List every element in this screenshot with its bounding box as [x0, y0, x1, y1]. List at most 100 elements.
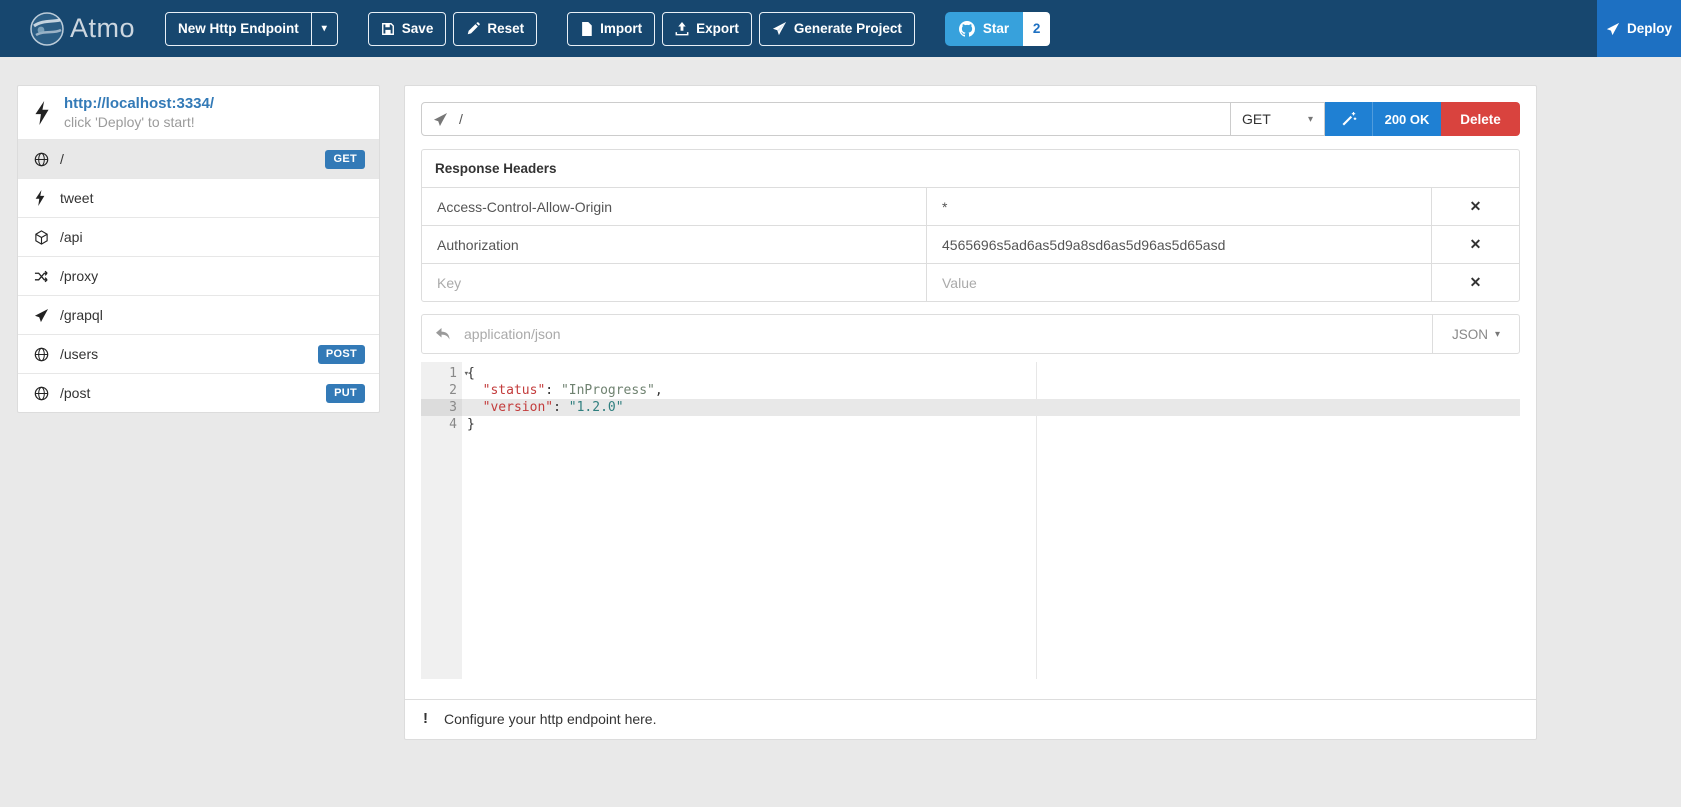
- caret-down-icon: ▾: [1494, 328, 1501, 340]
- exclamation-icon: !: [423, 710, 428, 727]
- save-icon: [381, 22, 395, 36]
- sidebar-item-proxy[interactable]: /proxy: [18, 256, 379, 295]
- globe-icon: [34, 347, 60, 362]
- magic-wand-icon: [1341, 111, 1357, 127]
- delete-endpoint-button[interactable]: Delete: [1441, 102, 1520, 136]
- gutter-line-active[interactable]: 3: [421, 399, 462, 416]
- endpoint-editor-panel: GET ▾ 200 OK Delete Response Headers: [404, 85, 1537, 740]
- shuffle-icon: [34, 269, 60, 284]
- star-count-badge[interactable]: 2: [1023, 11, 1051, 46]
- save-reset-group: Save Reset: [367, 11, 538, 46]
- header-value-input[interactable]: [940, 235, 1418, 254]
- sidebar-header: http://localhost:3334/ click 'Deploy' to…: [18, 86, 379, 139]
- code-token: :: [545, 383, 561, 398]
- remove-header-button[interactable]: ✕: [1464, 197, 1488, 216]
- brand[interactable]: Atmo: [28, 10, 135, 48]
- export-label: Export: [696, 21, 739, 36]
- navbar: Atmo New Http Endpoint ▾ Save Reset Impo…: [0, 0, 1681, 57]
- body-format-select[interactable]: JSON ▾: [1432, 315, 1519, 353]
- fold-caret-icon[interactable]: ▾: [464, 366, 469, 383]
- sidebar-item-post[interactable]: /post PUT: [18, 373, 379, 412]
- save-button[interactable]: Save: [367, 11, 447, 46]
- sidebar-item-users[interactable]: /users POST: [18, 334, 379, 373]
- caret-down-icon: ▾: [1307, 113, 1313, 125]
- reply-arrow-icon: [435, 327, 451, 341]
- gutter-line[interactable]: 2: [421, 382, 462, 399]
- magic-wand-button[interactable]: [1325, 102, 1372, 136]
- header-value-input[interactable]: [940, 197, 1418, 216]
- header-value-cell: [927, 226, 1432, 263]
- method-select[interactable]: GET ▾: [1231, 102, 1325, 136]
- endpoint-sidebar: http://localhost:3334/ click 'Deploy' to…: [17, 85, 380, 413]
- deploy-hint: click 'Deploy' to start!: [64, 114, 195, 130]
- header-value-cell: [927, 264, 1432, 301]
- response-headers-title: Response Headers: [435, 161, 557, 176]
- code-token: ,: [654, 383, 663, 398]
- pencil-icon: [466, 21, 481, 36]
- status-code-button[interactable]: 200 OK: [1372, 102, 1441, 136]
- content-type-input-group: [422, 315, 1432, 353]
- github-star-group: Star 2: [944, 11, 1051, 46]
- header-value-input[interactable]: [940, 273, 1418, 292]
- sidebar-item-api[interactable]: /api: [18, 217, 379, 256]
- header-row-empty: ✕: [422, 263, 1519, 301]
- path-input[interactable]: [457, 110, 1219, 128]
- panel-footer: ! Configure your http endpoint here.: [405, 699, 1536, 739]
- remove-header-button[interactable]: ✕: [1464, 273, 1488, 292]
- content-type-input[interactable]: [462, 325, 1419, 343]
- header-remove-cell: ✕: [1432, 264, 1519, 301]
- code-token: :: [553, 400, 569, 415]
- new-http-endpoint-button[interactable]: New Http Endpoint: [165, 11, 312, 46]
- header-key-input[interactable]: [435, 197, 913, 216]
- github-star-button[interactable]: Star: [944, 11, 1024, 46]
- json-body-editor[interactable]: 1 ▾ 2 3 4 { "status": "InProgress", "ver…: [421, 362, 1520, 679]
- sidebar-item-root[interactable]: / GET: [18, 139, 379, 178]
- sidebar-item-grapql[interactable]: /grapql: [18, 295, 379, 334]
- import-label: Import: [600, 21, 643, 36]
- generate-project-button[interactable]: Generate Project: [758, 11, 915, 46]
- editor-code-area[interactable]: { "status": "InProgress", "version": "1.…: [462, 362, 1520, 679]
- io-group: Import Export Generate Project: [567, 11, 915, 46]
- new-endpoint-group: New Http Endpoint ▾: [165, 11, 338, 46]
- export-button[interactable]: Export: [662, 11, 752, 46]
- code-token: "status": [482, 383, 546, 398]
- cube-icon: [34, 229, 60, 245]
- footer-hint: Configure your http endpoint here.: [444, 710, 657, 727]
- editor-gutter: 1 ▾ 2 3 4: [421, 362, 469, 679]
- deploy-label: Deploy: [1626, 21, 1672, 36]
- header-key-input[interactable]: [435, 273, 913, 292]
- line-number: 1: [449, 366, 457, 381]
- caret-down-icon: ▾: [321, 23, 327, 34]
- line-number: 4: [449, 417, 457, 432]
- gutter-line[interactable]: 4: [421, 416, 462, 433]
- endpoint-label: /proxy: [60, 268, 99, 284]
- generate-project-label: Generate Project: [793, 21, 902, 36]
- base-url-link[interactable]: http://localhost:3334/: [64, 95, 214, 112]
- header-value-cell: [927, 188, 1432, 225]
- header-remove-cell: ✕: [1432, 226, 1519, 263]
- code-line: {: [462, 365, 1520, 382]
- remove-header-button[interactable]: ✕: [1464, 235, 1488, 254]
- reset-button[interactable]: Reset: [453, 11, 538, 46]
- method-badge: POST: [317, 344, 365, 364]
- content-area: http://localhost:3334/ click 'Deploy' to…: [0, 57, 1681, 740]
- body-format-value: JSON: [1451, 326, 1488, 342]
- header-key-input[interactable]: [435, 235, 913, 254]
- atmo-logo-icon: [28, 10, 66, 48]
- import-button[interactable]: Import: [567, 11, 656, 46]
- header-key-cell: [422, 226, 927, 263]
- sidebar-item-tweet[interactable]: tweet: [18, 178, 379, 217]
- new-endpoint-caret-button[interactable]: ▾: [311, 11, 338, 46]
- new-http-endpoint-label: New Http Endpoint: [178, 21, 299, 36]
- endpoint-label: /users: [60, 346, 99, 362]
- code-token: "1.2.0": [568, 400, 624, 415]
- globe-icon: [34, 152, 60, 167]
- method-badge: PUT: [326, 383, 365, 403]
- paper-plane-icon: [433, 112, 448, 127]
- deploy-button[interactable]: Deploy: [1597, 0, 1681, 57]
- header-row: ✕: [422, 225, 1519, 263]
- save-label: Save: [401, 21, 434, 36]
- gutter-line[interactable]: 1 ▾: [421, 365, 469, 382]
